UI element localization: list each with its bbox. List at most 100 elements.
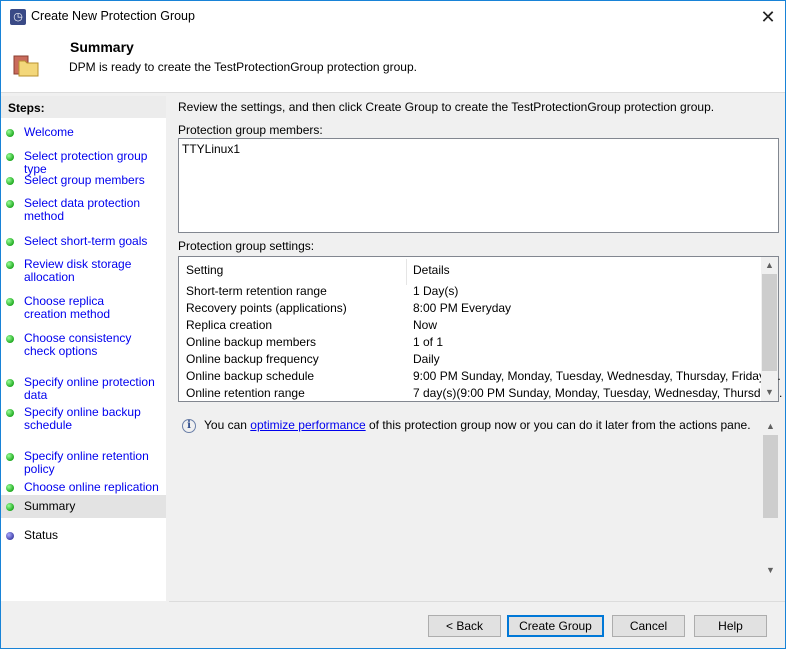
table-row[interactable]: Online backup schedule 9:00 PM Sunday, Mo…	[186, 369, 781, 386]
steps-panel: Steps: Welcome Select protection group ty…	[1, 96, 166, 601]
setting-details: 1 of 1	[413, 335, 444, 349]
table-row[interactable]: Short-term retention range 1 Day(s)	[186, 284, 756, 301]
setting-name: Replica creation	[186, 318, 273, 332]
step-item[interactable]: Status	[1, 529, 166, 542]
info-text-end: of this protection group now or you can …	[365, 418, 751, 432]
step-item[interactable]: Choose replica creation method	[1, 295, 141, 321]
table-row[interactable]: Online backup members 1 of 1	[186, 335, 756, 352]
info-panel: i You can optimize performance of this p…	[178, 411, 779, 581]
setting-details: Now	[413, 318, 438, 332]
window-title: Create New Protection Group	[31, 9, 195, 23]
column-divider[interactable]	[406, 259, 407, 285]
setting-name: Online backup frequency	[186, 352, 319, 366]
divider	[169, 601, 785, 602]
step-label: Specify online backup schedule	[24, 405, 141, 432]
status-dot-icon	[6, 153, 14, 161]
setting-details: Daily	[413, 352, 440, 366]
status-dot-icon	[6, 200, 14, 208]
status-dot-icon	[6, 298, 14, 306]
setting-name: Online retention range	[186, 386, 305, 400]
optimize-performance-link[interactable]: optimize performance	[250, 418, 365, 432]
dialog-window: ◷ Create New Protection Group ✕ Summary …	[0, 0, 786, 649]
step-item[interactable]: Review disk storage allocation	[1, 258, 141, 284]
column-header-details[interactable]: Details	[413, 263, 450, 277]
status-dot-icon	[6, 261, 14, 269]
cancel-button[interactable]: Cancel	[612, 615, 685, 637]
step-label: Specify online protection data	[24, 375, 155, 402]
title-bar: ◷ Create New Protection Group ✕	[1, 1, 785, 33]
table-row[interactable]: Online retention range 7 day(s)(9:00 PM S…	[186, 386, 782, 403]
info-scrollbar[interactable]: ▲ ▼	[762, 415, 779, 581]
page-subtitle: DPM is ready to create the TestProtectio…	[69, 60, 417, 74]
review-instructions: Review the settings, and then click Crea…	[178, 100, 715, 114]
status-dot-icon	[6, 379, 14, 387]
setting-details: 7 day(s)(9:00 PM Sunday, Monday, Tuesday…	[413, 386, 783, 400]
step-label: Specify online retention policy	[24, 449, 149, 476]
step-item[interactable]: Select data protection method	[1, 197, 141, 223]
status-dot-icon	[6, 453, 14, 461]
create-group-button[interactable]: Create Group	[507, 615, 604, 637]
page-title: Summary	[70, 39, 134, 55]
step-item[interactable]: Choose online replication	[1, 481, 166, 494]
table-row[interactable]: Recovery points (applications) 8:00 PM Ev…	[186, 301, 756, 318]
step-label: Choose online replication	[24, 480, 159, 494]
table-scrollbar[interactable]: ▲ ▼	[761, 257, 778, 401]
info-text-start: You can	[204, 418, 251, 432]
step-label: Welcome	[24, 125, 74, 139]
folder-icon	[13, 55, 39, 77]
settings-table: Setting Details Short-term retention ran…	[178, 256, 782, 403]
status-dot-icon	[6, 484, 14, 492]
back-button[interactable]: < Back	[428, 615, 501, 637]
step-item[interactable]: Specify online protection data	[1, 376, 166, 402]
clock-app-icon: ◷	[10, 9, 26, 25]
step-label: Status	[24, 528, 59, 542]
table-row[interactable]: Replica creation Now	[186, 318, 756, 335]
table-row[interactable]: Online backup frequency Daily	[186, 352, 756, 369]
status-dot-icon	[6, 238, 14, 246]
member-item: TTYLinux1	[182, 142, 241, 156]
step-label: Summary	[24, 499, 76, 513]
step-item[interactable]: Specify online backup schedule	[1, 406, 141, 432]
step-item[interactable]: Choose consistency check options	[1, 332, 141, 358]
step-label: Choose consistency check options	[24, 331, 132, 358]
scroll-up-icon[interactable]: ▲	[762, 421, 779, 431]
step-label: Select protection group type	[24, 149, 148, 176]
setting-name: Short-term retention range	[186, 284, 327, 298]
settings-label: Protection group settings:	[178, 239, 315, 253]
status-dot-icon	[6, 532, 14, 540]
scroll-thumb[interactable]	[763, 435, 778, 518]
members-label: Protection group members:	[178, 123, 323, 137]
setting-details: 1 Day(s)	[413, 284, 459, 298]
step-item[interactable]: Welcome	[1, 126, 166, 139]
page-header: Summary DPM is ready to create the TestP…	[1, 33, 785, 93]
help-button[interactable]: Help	[694, 615, 767, 637]
setting-details: 9:00 PM Sunday, Monday, Tuesday, Wednesd…	[413, 369, 781, 383]
setting-name: Online backup schedule	[186, 369, 315, 383]
scroll-up-icon[interactable]: ▲	[761, 260, 778, 270]
status-dot-icon	[6, 409, 14, 417]
info-icon: i	[182, 419, 196, 433]
steps-heading: Steps:	[1, 96, 166, 118]
status-dot-icon	[6, 177, 14, 185]
step-label: Review disk storage allocation	[24, 257, 132, 284]
members-list[interactable]: TTYLinux1	[178, 138, 779, 233]
info-text: You can optimize performance of this pro…	[204, 418, 751, 432]
step-item[interactable]: Select short-term goals	[1, 235, 166, 248]
status-dot-icon	[6, 335, 14, 343]
scroll-thumb[interactable]	[762, 274, 777, 371]
step-label: Choose replica creation method	[24, 294, 111, 321]
step-item[interactable]: Select group members	[1, 174, 166, 187]
status-dot-icon	[6, 503, 14, 511]
step-item[interactable]: Specify online retention policy	[1, 450, 166, 476]
step-label: Select data protection method	[24, 196, 141, 223]
step-item[interactable]: Summary	[1, 495, 166, 518]
status-dot-icon	[6, 129, 14, 137]
column-header-setting[interactable]: Setting	[186, 263, 223, 277]
close-button[interactable]: ✕	[753, 3, 783, 31]
setting-name: Online backup members	[186, 335, 317, 349]
setting-name: Recovery points (applications)	[186, 301, 347, 315]
table-header: Setting Details	[186, 263, 756, 280]
scroll-down-icon[interactable]: ▼	[762, 565, 779, 575]
step-label: Select group members	[24, 173, 145, 187]
scroll-down-icon[interactable]: ▼	[761, 387, 778, 397]
